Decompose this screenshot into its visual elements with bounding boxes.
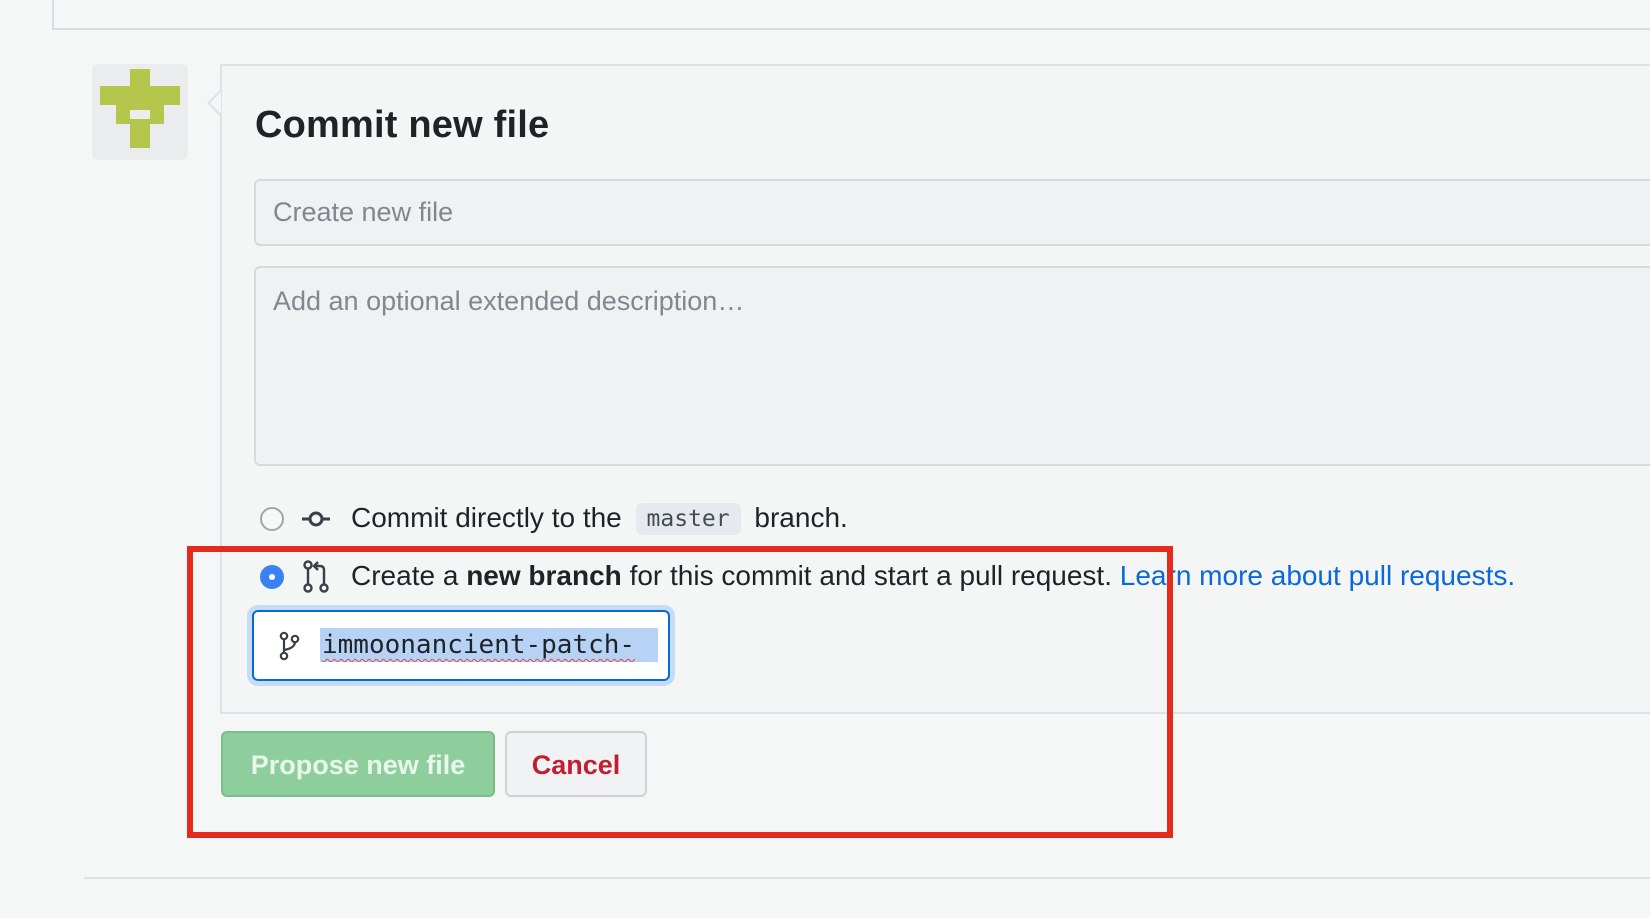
commit-direct-label: Commit directly to the master branch. — [351, 502, 848, 535]
new-branch-suffix: for this commit and start a pull request… — [629, 560, 1112, 591]
commit-direct-prefix: Commit directly to the — [351, 502, 622, 533]
top-divider — [52, 0, 1650, 30]
identicon-avatar-icon — [100, 69, 180, 148]
new-branch-name-value: immoonancient-patch- — [320, 628, 658, 662]
learn-more-pull-requests-link[interactable]: Learn more about pull requests. — [1120, 560, 1515, 591]
panel-caret-inner — [210, 92, 221, 114]
new-branch-prefix: Create a — [351, 560, 459, 591]
commit-direct-suffix: branch. — [754, 502, 848, 533]
bottom-divider — [84, 877, 1650, 879]
git-pull-request-icon — [303, 560, 329, 593]
new-branch-label: Create a new branch for this commit and … — [351, 560, 1515, 592]
commit-description-textarea[interactable] — [254, 266, 1650, 466]
git-branch-icon — [279, 631, 300, 661]
new-branch-emphasis: new branch — [466, 560, 622, 591]
git-commit-icon — [302, 511, 330, 527]
commit-direct-radio[interactable] — [260, 507, 284, 531]
commit-form-title: Commit new file — [255, 104, 550, 146]
user-avatar[interactable] — [92, 64, 188, 160]
cancel-button[interactable]: Cancel — [505, 731, 647, 797]
new-branch-name-input[interactable]: immoonancient-patch- — [252, 610, 670, 681]
propose-new-file-button[interactable]: Propose new file — [221, 731, 495, 797]
commit-summary-input[interactable] — [254, 179, 1650, 246]
new-branch-radio[interactable] — [260, 565, 284, 589]
master-branch-code: master — [635, 503, 741, 535]
